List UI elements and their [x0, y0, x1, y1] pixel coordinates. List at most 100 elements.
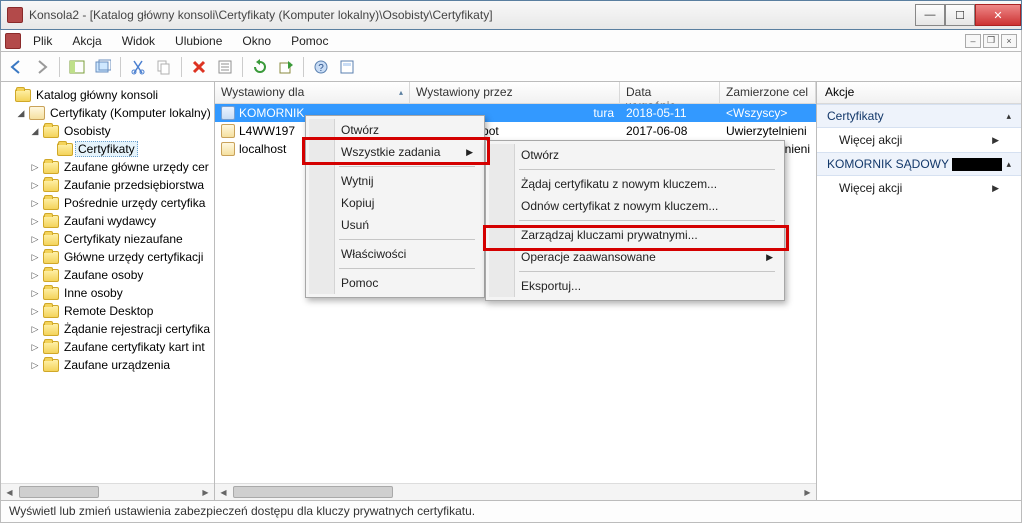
tree-item[interactable]: ▷Remote Desktop	[1, 302, 214, 320]
show-hide-tree-button[interactable]	[66, 56, 88, 78]
tree-item[interactable]: ▷ Pośrednie urzędy certyfika	[1, 194, 214, 212]
context-menu-item[interactable]: Wszystkie zadania▶	[309, 141, 481, 163]
expand-icon[interactable]: ▷	[29, 287, 41, 299]
mdi-restore-button[interactable]: ❐	[983, 34, 999, 48]
new-window-button[interactable]	[92, 56, 114, 78]
context-menu-item[interactable]: Eksportuj...	[489, 275, 781, 297]
tree-certs-root[interactable]: ◢ Certyfikaty (Komputer lokalny)	[1, 104, 214, 122]
status-bar: Wyświetl lub zmień ustawienia zabezpiecz…	[0, 501, 1022, 523]
tree-item-label: Zaufane główne urzędy cer	[61, 160, 212, 174]
tree-item[interactable]: ▷Zaufanie przedsiębiorstwa	[1, 176, 214, 194]
tree-item[interactable]: ▷ Zaufani wydawcy	[1, 212, 214, 230]
tree-item[interactable]: ▷Główne urzędy certyfikacji	[1, 248, 214, 266]
scroll-right-icon[interactable]: ▶	[799, 484, 816, 501]
expand-icon[interactable]	[43, 143, 55, 155]
context-menu-item[interactable]: Odnów certyfikat z nowym kluczem...	[489, 195, 781, 217]
collapse-icon[interactable]: ◢	[15, 107, 27, 119]
scroll-left-icon[interactable]: ◀	[1, 484, 18, 501]
tree-item[interactable]: Certyfikaty	[1, 140, 214, 158]
expand-icon[interactable]: ▷	[29, 179, 41, 191]
tree-item[interactable]: ▷Inne osoby	[1, 284, 214, 302]
help-button[interactable]: ?	[310, 56, 332, 78]
delete-button[interactable]	[188, 56, 210, 78]
expand-icon[interactable]: ▷	[29, 305, 41, 317]
minimize-button[interactable]: —	[915, 4, 945, 26]
collapse-icon: ▴	[1006, 159, 1011, 170]
tree-item-label: Pośrednie urzędy certyfika	[61, 196, 208, 210]
col-purpose[interactable]: Zamierzone cel	[720, 82, 816, 103]
maximize-button[interactable]: ☐	[945, 4, 975, 26]
scroll-left-icon[interactable]: ◀	[215, 484, 232, 501]
scroll-thumb[interactable]	[19, 486, 99, 498]
scroll-thumb[interactable]	[233, 486, 393, 498]
expand-icon[interactable]	[1, 89, 13, 101]
cut-button[interactable]	[127, 56, 149, 78]
col-expires[interactable]: Data wygaśnie...	[620, 82, 720, 103]
cell-name: KOMORNIK	[239, 106, 304, 120]
actions-section-head[interactable]: Certyfikaty▴	[817, 104, 1021, 128]
tree-item[interactable]: ▷Zaufane osoby	[1, 266, 214, 284]
context-menu-item[interactable]: Pomoc	[309, 272, 481, 294]
context-menu-item[interactable]: Właściwości	[309, 243, 481, 265]
context-menu-item[interactable]: Zarządzaj kluczami prywatnymi...	[489, 224, 781, 246]
menu-file[interactable]: Plik	[25, 32, 60, 50]
context-menu-item[interactable]: Otwórz	[489, 144, 781, 166]
actions-section-head[interactable]: KOMORNIK SĄDOWY ▴	[817, 152, 1021, 176]
expand-icon[interactable]: ▷	[29, 197, 41, 209]
tree-item[interactable]: ▷ Zaufane główne urzędy cer	[1, 158, 214, 176]
menu-action[interactable]: Akcja	[64, 32, 109, 50]
scroll-right-icon[interactable]: ▶	[197, 484, 214, 501]
mdi-close-button[interactable]: ×	[1001, 34, 1017, 48]
context-menu-item[interactable]: Operacje zaawansowane▶	[489, 246, 781, 268]
console-tree[interactable]: Katalog główny konsoli ◢ Certyfikaty (Ko…	[1, 82, 214, 483]
back-button[interactable]	[5, 56, 27, 78]
copy-button[interactable]	[153, 56, 175, 78]
tree-hscrollbar[interactable]: ◀ ▶	[1, 483, 214, 500]
certificate-icon	[221, 106, 235, 120]
actions-item[interactable]: Więcej akcji▶	[817, 128, 1021, 152]
tree-item[interactable]: ▷ Żądanie rejestracji certyfika	[1, 320, 214, 338]
expand-icon[interactable]: ▷	[29, 323, 41, 335]
context-menu-item[interactable]: Otwórz	[309, 119, 481, 141]
menu-view[interactable]: Widok	[114, 32, 163, 50]
menu-window[interactable]: Okno	[234, 32, 279, 50]
expand-icon[interactable]: ▷	[29, 341, 41, 353]
expand-icon[interactable]: ▷	[29, 233, 41, 245]
context-menu-item[interactable]: Usuń	[309, 214, 481, 236]
tree-panel: Katalog główny konsoli ◢ Certyfikaty (Ko…	[0, 82, 215, 501]
col-issued-for[interactable]: Wystawiony dla▴	[215, 82, 410, 103]
col-issued-by[interactable]: Wystawiony przez	[410, 82, 620, 103]
tree-item[interactable]: ▷Zaufane certyfikaty kart int	[1, 338, 214, 356]
refresh-button[interactable]	[249, 56, 271, 78]
work-area: Katalog główny konsoli ◢ Certyfikaty (Ko…	[0, 82, 1022, 501]
context-submenu: Otwórz Żądaj certyfikatu z nowym kluczem.…	[485, 140, 785, 301]
properties-button[interactable]	[214, 56, 236, 78]
tree-item[interactable]: ◢Osobisty	[1, 122, 214, 140]
tree-item-label: Żądanie rejestracji certyfika	[61, 322, 213, 336]
tree-item[interactable]: ▷Zaufane urządzenia	[1, 356, 214, 374]
list-hscrollbar[interactable]: ◀ ▶	[215, 483, 816, 500]
context-menu-item[interactable]: Żądaj certyfikatu z nowym kluczem...	[489, 173, 781, 195]
expand-icon[interactable]: ▷	[29, 359, 41, 371]
menu-fav[interactable]: Ulubione	[167, 32, 230, 50]
actions-item[interactable]: Więcej akcji▶	[817, 176, 1021, 200]
forward-button[interactable]	[31, 56, 53, 78]
tree-item-label: Certyfikaty	[75, 141, 138, 157]
expand-icon[interactable]: ▷	[29, 215, 41, 227]
submenu-arrow-icon: ▶	[766, 252, 773, 263]
options-button[interactable]	[336, 56, 358, 78]
context-menu-item[interactable]: Kopiuj	[309, 192, 481, 214]
folder-icon	[43, 305, 59, 318]
expand-icon[interactable]: ▷	[29, 161, 41, 173]
expand-icon[interactable]: ▷	[29, 251, 41, 263]
mdi-minimize-button[interactable]: –	[965, 34, 981, 48]
tree-item-label: Zaufani wydawcy	[61, 214, 159, 228]
context-menu-item[interactable]: Wytnij	[309, 170, 481, 192]
tree-item[interactable]: ▷Certyfikaty niezaufane	[1, 230, 214, 248]
menu-help[interactable]: Pomoc	[283, 32, 336, 50]
export-list-button[interactable]	[275, 56, 297, 78]
close-button[interactable]: ✕	[975, 4, 1021, 26]
expand-icon[interactable]: ◢	[29, 125, 41, 137]
tree-root[interactable]: Katalog główny konsoli	[1, 86, 214, 104]
expand-icon[interactable]: ▷	[29, 269, 41, 281]
